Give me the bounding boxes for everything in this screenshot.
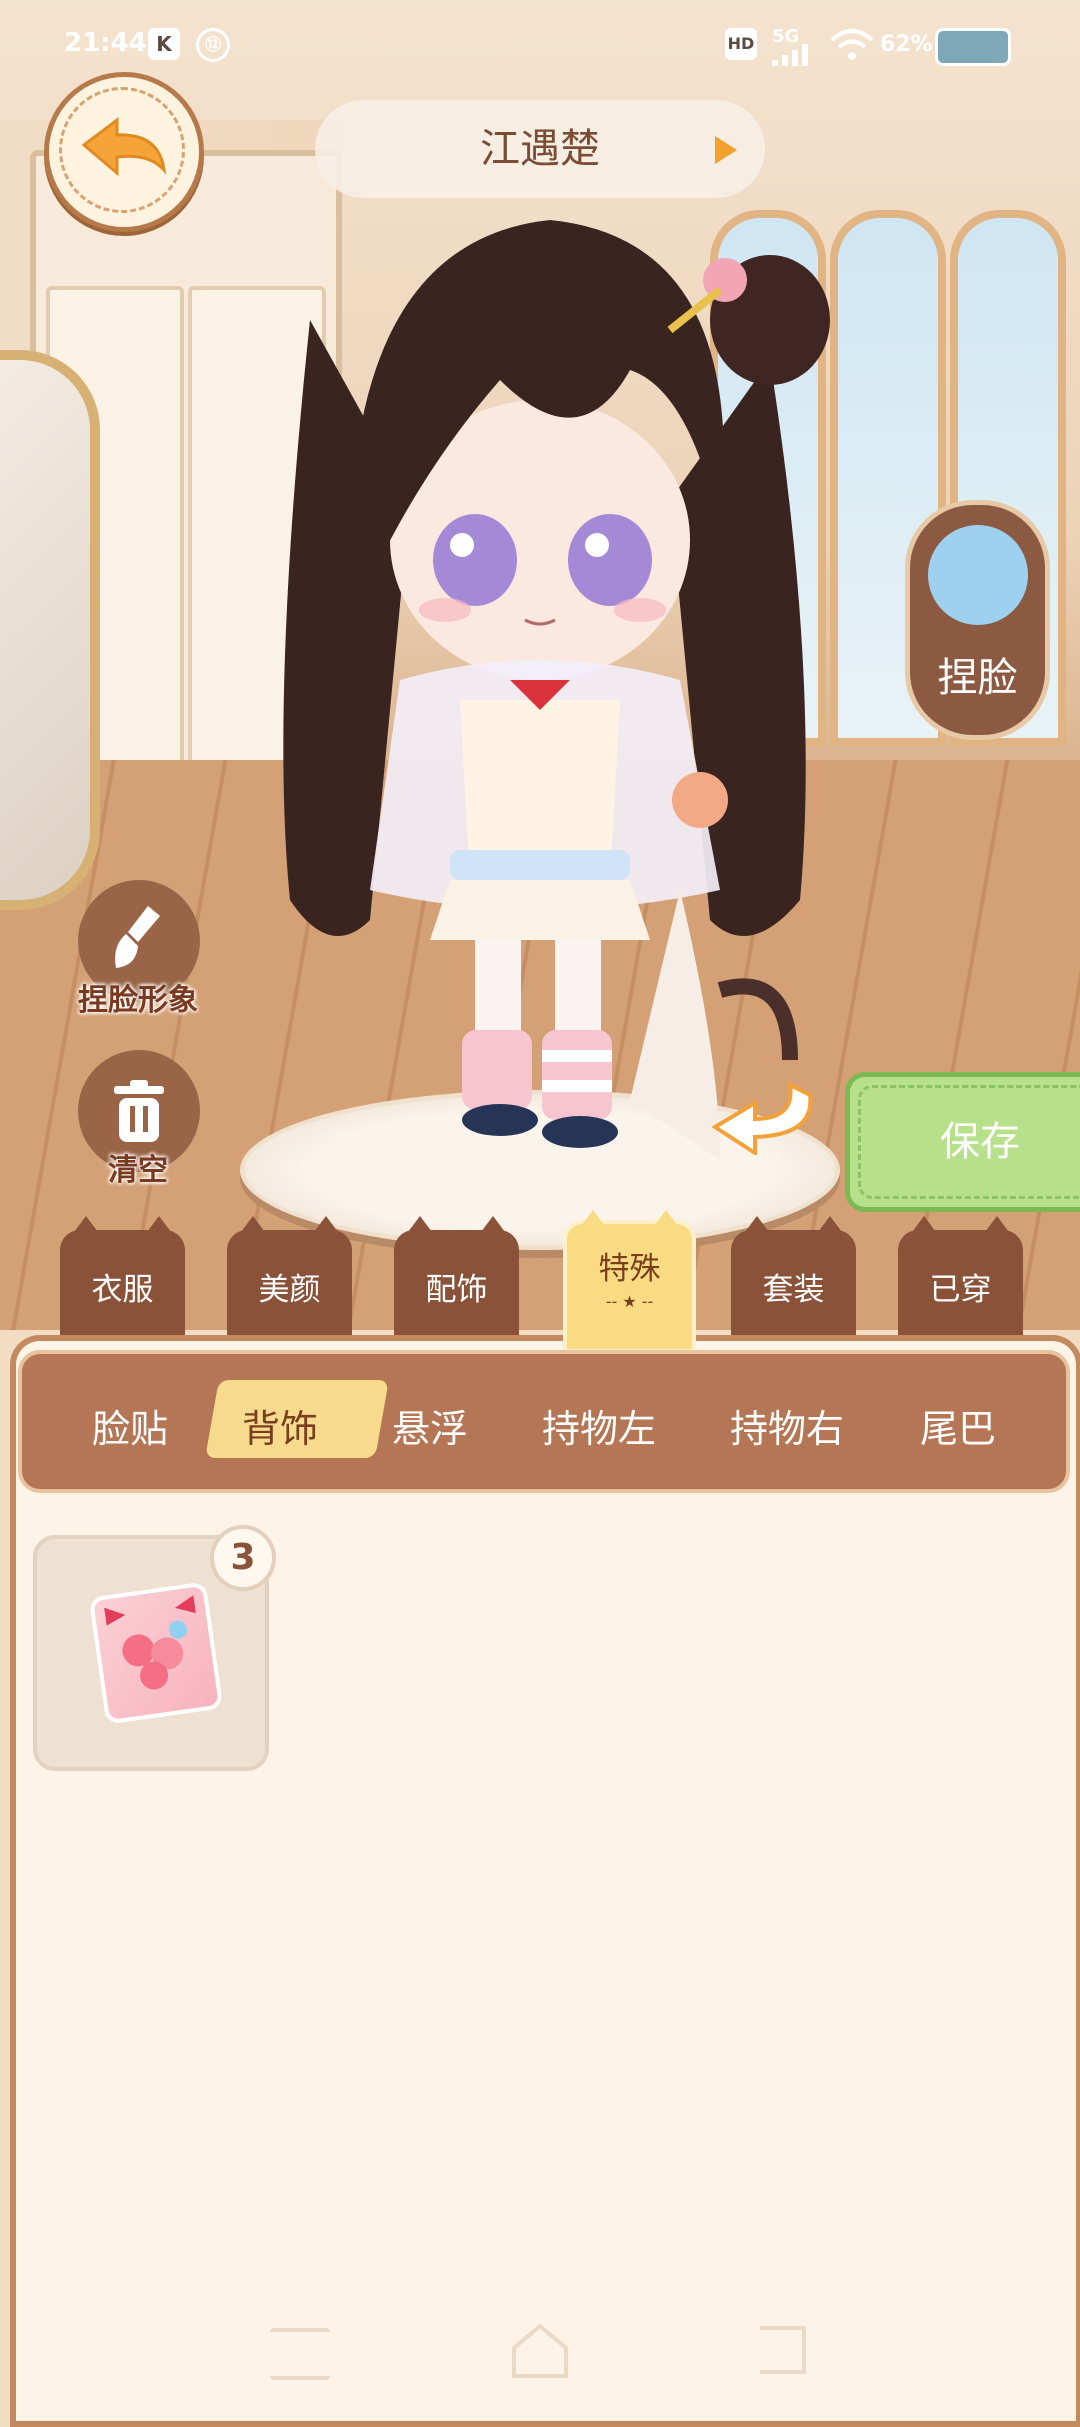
wifi-icon: [830, 29, 874, 60]
item-count-badge: 3: [210, 1525, 276, 1591]
next-character-icon[interactable]: [715, 136, 737, 164]
tab-label: 已穿: [929, 1272, 992, 1308]
character-name-selector[interactable]: 江遇楚: [315, 100, 765, 198]
brush-icon: [115, 906, 160, 968]
tab-label: 衣服: [91, 1272, 154, 1308]
sub-tab-hold-left[interactable]: 持物左: [542, 1398, 656, 1453]
back-nav-icon[interactable]: [750, 2322, 814, 2378]
hd-icon: HD: [725, 28, 757, 60]
face-edit-label: 捏脸: [937, 655, 1018, 701]
face-avatar-icon: [928, 525, 1028, 625]
sub-tab-tail[interactable]: 尾巴: [920, 1398, 996, 1453]
sub-tab-bar: 脸贴 背饰 悬浮 持物左 持物右 尾巴: [18, 1350, 1070, 1493]
star-icon: -- ★ --: [605, 1292, 654, 1311]
face-image-label: 捏脸形象: [78, 983, 198, 1018]
candy-bag-image: [88, 1581, 224, 1725]
sub-tab-back-accessory[interactable]: 背饰: [242, 1398, 318, 1453]
tab-label: 特殊: [598, 1251, 661, 1287]
menu-icon[interactable]: [270, 2328, 330, 2380]
signal-icon: [772, 44, 808, 66]
tab-label: 配饰: [425, 1272, 488, 1308]
rotate-icon[interactable]: [710, 1075, 820, 1155]
standing-mirror: [0, 350, 100, 910]
clear-label: 清空: [108, 1153, 168, 1188]
app-notification-icon: ⑫: [196, 28, 230, 62]
clock: 21:44: [64, 28, 147, 58]
save-label: 保存: [940, 1119, 1020, 1165]
status-bar: 21:44 K ⑫ HD 5G 62%: [0, 0, 1080, 90]
battery-percent: 62%: [880, 32, 933, 57]
tab-outfits[interactable]: 套装: [731, 1216, 856, 1335]
system-nav-bar: [0, 2300, 1080, 2400]
candy-bag-illustration: [104, 1595, 196, 1690]
battery-icon: [935, 28, 1011, 66]
trash-icon: [114, 1080, 164, 1142]
back-button[interactable]: [44, 72, 204, 232]
character-avatar[interactable]: [250, 200, 830, 1200]
tab-label: 美颜: [258, 1272, 321, 1308]
tab-clothes[interactable]: 衣服: [60, 1216, 185, 1335]
sub-tab-hold-right[interactable]: 持物右: [730, 1398, 844, 1453]
tab-worn[interactable]: 已穿: [898, 1216, 1023, 1335]
tab-special[interactable]: 特殊 -- ★ --: [563, 1210, 696, 1353]
sub-tab-face-sticker[interactable]: 脸贴: [92, 1398, 168, 1453]
character-name: 江遇楚: [480, 126, 600, 172]
tab-beauty[interactable]: 美颜: [227, 1216, 352, 1335]
home-icon[interactable]: [508, 2320, 572, 2380]
app-notification-icon: K: [148, 28, 180, 60]
save-button[interactable]: 保存: [845, 1072, 1080, 1212]
sub-tab-floating[interactable]: 悬浮: [392, 1398, 468, 1453]
tab-accessories[interactable]: 配饰: [394, 1216, 519, 1335]
face-edit-button[interactable]: 捏脸: [905, 500, 1050, 740]
back-arrow-icon: [81, 116, 167, 177]
item-panel: [10, 1335, 1080, 2427]
character-illustration: [283, 220, 830, 1160]
tab-label: 套装: [762, 1272, 825, 1308]
